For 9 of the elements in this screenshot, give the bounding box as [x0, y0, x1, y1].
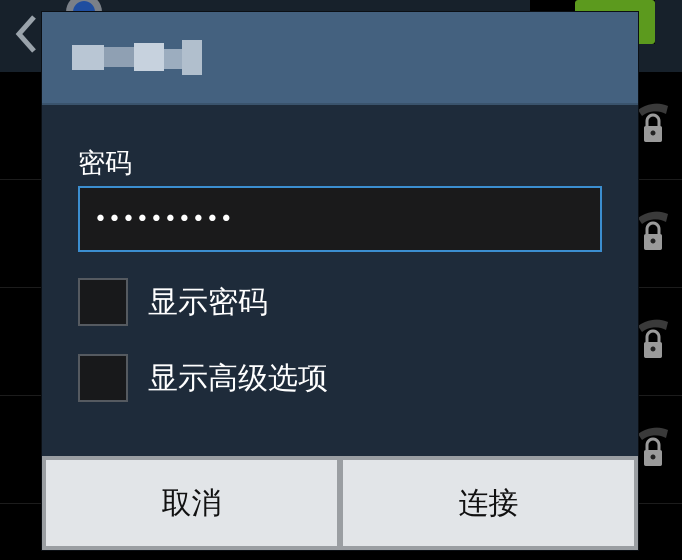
back-icon[interactable]	[14, 14, 38, 54]
checkbox[interactable]	[78, 278, 128, 326]
connect-button[interactable]: 连接	[343, 460, 634, 546]
password-field[interactable]: ••••••••••	[78, 186, 602, 252]
cancel-button[interactable]: 取消	[46, 460, 337, 546]
option-label: 显示高级选项	[148, 360, 328, 398]
checkbox[interactable]	[78, 354, 128, 402]
option-label: 显示密码	[148, 284, 268, 322]
password-label: 密码	[78, 150, 133, 177]
